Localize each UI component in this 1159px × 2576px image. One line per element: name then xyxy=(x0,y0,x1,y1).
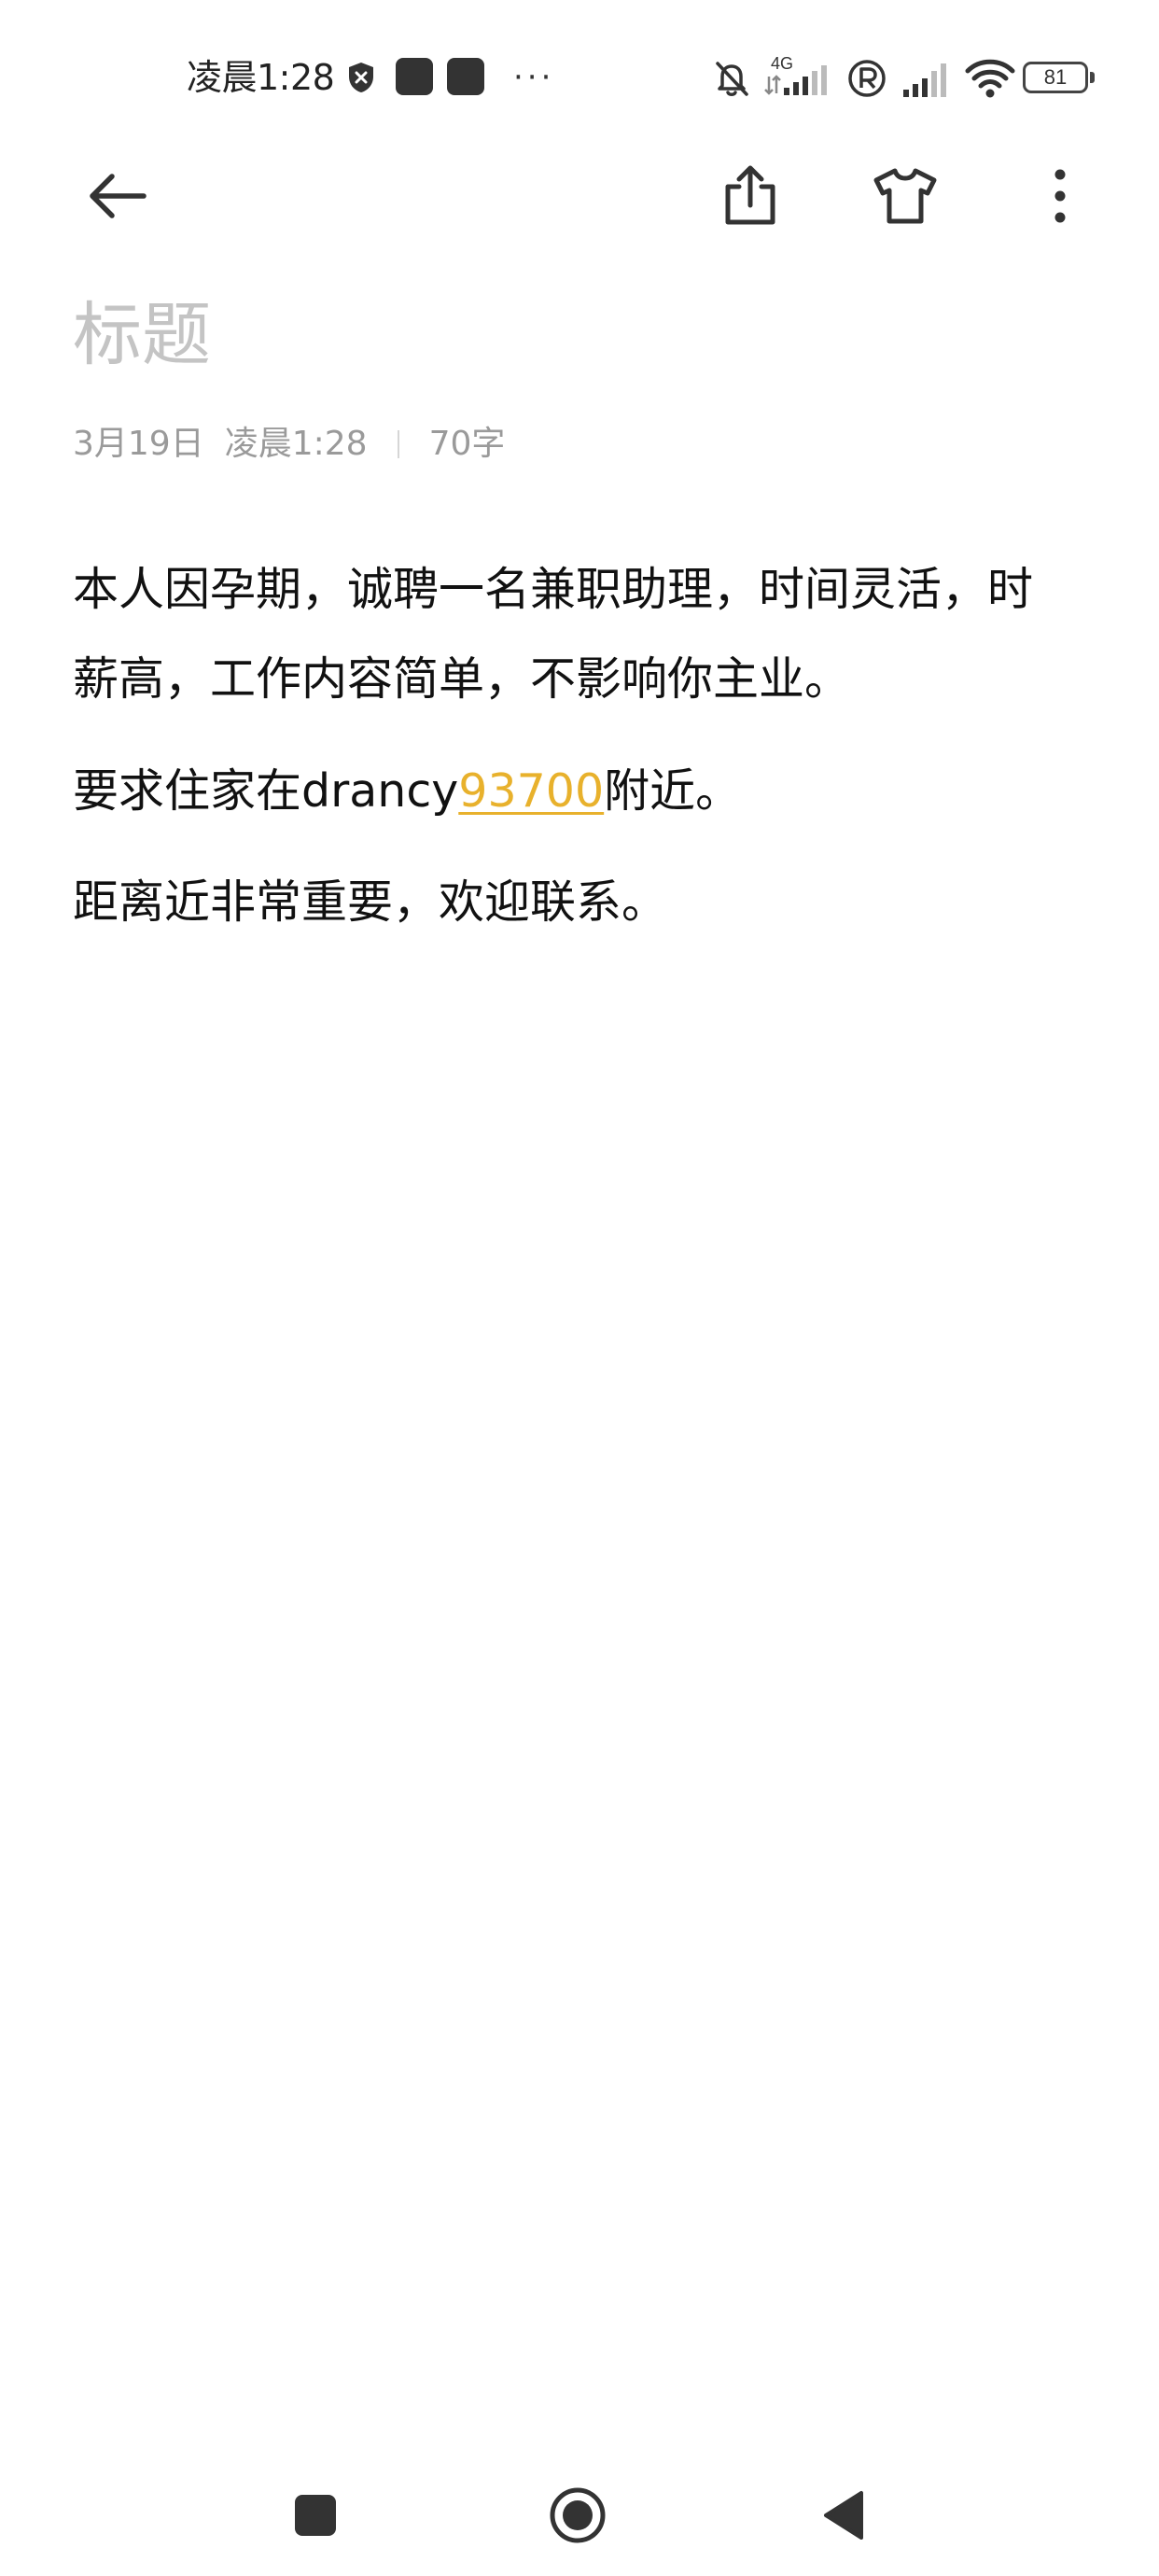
meta-divider xyxy=(397,430,399,458)
note-date: 3月19日 xyxy=(73,425,204,463)
note-paragraph: 本人因孕期，诚聘一名兼职助理，时间灵活，时 薪高，工作内容简单，不影响你主业。 xyxy=(73,545,1081,724)
signal-4g-icon: 4G xyxy=(764,54,827,95)
paragraph-text: 要求住家在drancy xyxy=(73,764,459,818)
note-paragraph: 距离近非常重要，欢迎联系。 xyxy=(73,858,1081,946)
share-icon xyxy=(725,165,775,225)
more-vertical-icon xyxy=(1054,169,1066,223)
back-arrow-icon xyxy=(90,174,147,218)
recents-button[interactable] xyxy=(264,2464,367,2567)
app-notification-icon xyxy=(447,58,484,95)
paragraph-line: 本人因孕期，诚聘一名兼职助理，时间灵活，时 xyxy=(73,563,1034,616)
roaming-r-icon xyxy=(848,60,886,97)
note-body-editor[interactable]: 本人因孕期，诚聘一名兼职助理，时间灵活，时 薪高，工作内容简单，不影响你主业。 … xyxy=(73,545,1081,946)
more-options-button[interactable] xyxy=(1013,149,1107,243)
word-count: 70字 xyxy=(428,425,506,463)
network-label: 4G xyxy=(771,54,793,73)
paragraph-text: 距离近非常重要，欢迎联系。 xyxy=(73,875,668,929)
status-bar: 凌晨1:28 ··· 4G 81 xyxy=(0,0,1159,149)
paragraph-text: 附近。 xyxy=(604,764,742,818)
battery-icon: 81 xyxy=(1023,62,1095,93)
shield-icon xyxy=(349,63,373,92)
home-button[interactable] xyxy=(526,2464,629,2567)
tshirt-theme-icon xyxy=(873,168,937,224)
system-nav-bar xyxy=(0,2464,1159,2576)
postal-code-link[interactable]: 93700 xyxy=(458,764,604,818)
theme-button[interactable] xyxy=(859,149,952,243)
status-time: 凌晨1:28 xyxy=(187,57,335,98)
signal-icon xyxy=(903,63,946,97)
app-notification-icon xyxy=(396,58,433,95)
note-time: 凌晨1:28 xyxy=(224,425,368,463)
home-circle-icon xyxy=(550,2487,606,2543)
recents-square-icon xyxy=(295,2495,336,2536)
more-notifications-icon: ··· xyxy=(513,59,555,96)
wifi-icon xyxy=(965,59,1015,98)
share-button[interactable] xyxy=(704,149,797,243)
back-triangle-icon xyxy=(824,2491,863,2540)
note-meta: 3月19日 凌晨1:28 70字 xyxy=(73,422,505,467)
note-title-input[interactable]: 标题 xyxy=(73,291,211,379)
note-paragraph: 要求住家在drancy93700附近。 xyxy=(73,747,1081,835)
back-button[interactable] xyxy=(71,149,164,243)
mute-bell-icon xyxy=(716,62,748,96)
paragraph-line: 薪高，工作内容简单，不影响你主业。 xyxy=(73,652,851,706)
system-back-button[interactable] xyxy=(791,2464,894,2567)
